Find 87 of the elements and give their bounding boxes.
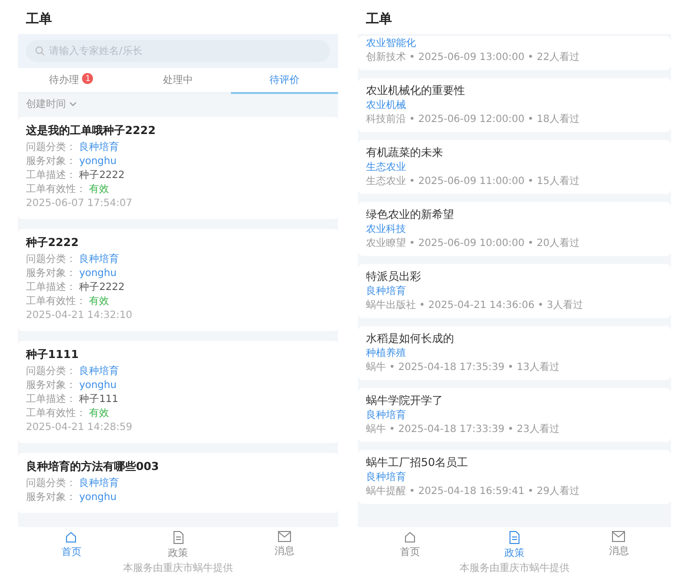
field-value: 种子2222 [79,282,125,293]
search-icon [35,46,45,56]
article-title: 特派员出彩 [366,270,422,284]
field-label: 问题分类： [26,478,76,489]
field-label: 工单描述： [26,282,76,293]
article-card[interactable]: 水稻是如何长成的 种植养殖 蜗牛 • 2025-04-18 17:35:39 • 13人看过 [358,326,671,380]
article-tag: 种植养殖 [366,348,663,360]
field-label: 服务对象： [26,268,76,279]
order-card[interactable]: 这是我的工单哦种子2222 问题分类： 良种培育 服务对象： yonghu 工单描述： 种子2222 工单有效性： 有效 2025-06-07 17:54:07 [18,117,338,219]
field-label: 服务对象： [26,380,76,391]
article-meta: 生态农业 • 2025-06-09 11:00:00 • 15人看过 [366,176,580,188]
field-label: 问题分类： [26,254,76,265]
field-value: 良种培育 [79,366,120,377]
field-label: 问题分类： [26,142,76,153]
field-value: yonghu [79,492,117,503]
document-icon [508,531,520,544]
nav-tab[interactable]: 消息 [231,530,338,561]
article-title: 有机蔬菜的未来 [366,146,444,160]
footer-note: 本服务由重庆市蜗牛提供 [358,562,671,585]
article-tag: 良种培育 [366,286,663,298]
article-tag: 农业科技 [366,224,663,236]
article-title: 蜗牛学院开学了 [366,394,444,408]
footer-note: 本服务由重庆市蜗牛提供 [18,562,338,585]
article-card[interactable]: 农业机械化的重要性 农业机械 科技前沿 • 2025-06-09 12:00:00 • 18人看过 [358,78,671,132]
article-tag: 农业智能化 [366,38,663,50]
order-card[interactable]: 良种培育的方法有哪些003 问题分类： 良种培育 服务对象： yonghu [18,453,338,513]
article-card[interactable]: 绿色农业的新希望 农业科技 农业瞭望 • 2025-06-09 10:00:00 • 20人看过 [358,202,671,256]
field-value: yonghu [79,268,117,279]
page-title: 工单 [366,12,392,27]
order-date: 2025-04-21 14:32:10 [26,309,134,323]
home-icon [65,531,78,543]
article-meta: 蜗牛 • 2025-04-18 17:33:39 • 23人看过 [366,424,560,436]
article-title: 农业机械化的重要性 [366,84,466,98]
article-tag: 良种培育 [366,410,663,422]
article-meta: 创新技术 • 2025-06-09 13:00:00 • 22人看过 [366,52,580,64]
field-value: 有效 [89,296,110,307]
field-label: 工单描述： [26,170,76,181]
article-tag: 农业机械 [366,100,663,112]
article-card[interactable]: 蜗牛工厂招50名员工 良种培育 蜗牛提醒 • 2025-04-18 16:59:41 • 29人看过 [358,450,671,504]
field-value: yonghu [79,380,117,391]
count-badge: 1 [82,73,94,84]
order-date: 2025-06-07 17:54:07 [26,197,134,211]
article-tag: 良种培育 [366,472,663,484]
article-meta: 农业瞭望 • 2025-06-09 10:00:00 • 20人看过 [366,238,580,250]
field-value: 有效 [89,408,110,419]
document-icon [172,531,184,544]
article-meta: 蜗牛提醒 • 2025-04-18 16:59:41 • 29人看过 [366,486,580,498]
page-title: 工单 [26,12,52,27]
article-title: 蜗牛工厂招50名员工 [366,456,469,470]
order-card[interactable]: 种子2222 问题分类： 良种培育 服务对象： yonghu 工单描述： 种子2222 工单有效性： 有效 2025-04-21 14:32:10 [18,229,338,331]
field-label: 工单描述： [26,394,76,405]
field-value: 良种培育 [79,478,120,489]
article-card[interactable]: 有机蔬菜的未来 生态农业 生态农业 • 2025-06-09 11:00:00 • 15人看过 [358,140,671,194]
field-label: 问题分类： [26,366,76,377]
order-title: 种子1111 [26,348,80,362]
field-value: 种子111 [79,394,118,405]
order-title: 种子2222 [26,236,80,250]
field-label: 工单有效性： [26,296,86,307]
field-value: 良种培育 [79,254,120,265]
field-label: 工单有效性： [26,184,86,195]
order-title: 良种培育的方法有哪些003 [26,460,160,474]
envelope-icon [278,531,292,542]
field-value: yonghu [79,156,117,167]
article-card[interactable]: 特派员出彩 良种培育 蜗牛出版社 • 2025-04-21 14:36:06 • 3人看过 [358,264,671,318]
article-meta: 科技前沿 • 2025-06-09 12:00:00 • 18人看过 [366,114,580,126]
envelope-icon [612,531,626,542]
order-title: 这是我的工单哦种子2222 [26,124,157,138]
article-meta: 蜗牛 • 2025-04-18 17:35:39 • 13人看过 [366,362,560,374]
nav-tab[interactable]: 政策 [462,530,567,561]
field-value: 有效 [89,184,110,195]
field-value: 良种培育 [79,142,120,153]
article-card[interactable]: 蜗牛学院开学了 良种培育 蜗牛 • 2025-04-18 17:33:39 • 23人看过 [358,388,671,442]
article-title: 绿色农业的新希望 [366,208,455,222]
order-card[interactable]: 种子1111 问题分类： 良种培育 服务对象： yonghu 工单描述： 种子111 工单有效性： 有效 2025-04-21 14:28:59 [18,341,338,443]
article-tag: 生态农业 [366,162,663,174]
field-label: 服务对象： [26,156,76,167]
nav-tab[interactable]: 首页 [358,530,462,561]
order-date: 2025-04-21 14:28:59 [26,421,134,435]
field-label: 工单有效性： [26,408,86,419]
article-meta: 蜗牛出版社 • 2025-04-21 14:36:06 • 3人看过 [366,300,584,312]
nav-tab[interactable]: 消息 [566,530,671,561]
nav-tab[interactable]: 政策 [124,530,232,561]
chevron-down-icon [69,101,77,107]
home-icon [404,531,416,543]
field-label: 服务对象： [26,492,76,503]
article-title: 水稻是如何长成的 [366,332,455,346]
field-value: 种子2222 [79,170,125,181]
